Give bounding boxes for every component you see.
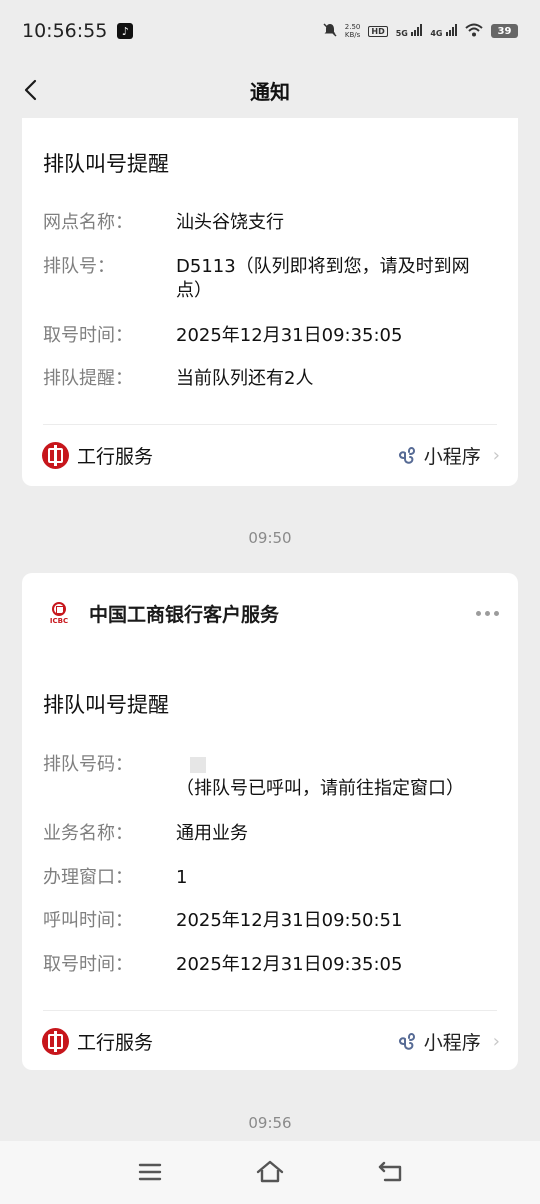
status-icons: 2.50 KB/s HD 5G 4G 39: [323, 22, 518, 40]
row-value: 2025年12月31日09:35:05: [176, 954, 403, 975]
row-value-text: （排队号已呼叫，请前往指定窗口）: [176, 778, 464, 799]
info-row: 网点名称： 汕头谷饶支行: [43, 211, 503, 235]
icbc-logo-icon: [42, 1027, 69, 1055]
redacted-mark: [176, 756, 186, 774]
signal-5g: 5G: [395, 23, 423, 39]
row-value: （排队号已呼叫，请前往指定窗口）: [176, 753, 494, 801]
card-footer[interactable]: 工行服务 小程序 ›: [42, 1025, 500, 1057]
message-timestamp: 09:50: [248, 529, 292, 547]
row-label: 网点名称：: [43, 212, 133, 233]
row-label: 取号时间：: [43, 325, 133, 346]
info-row: 排队号： D5113（队列即将到您，请及时到网点）: [43, 255, 503, 303]
row-value: 2025年12月31日09:35:05: [176, 325, 403, 346]
icbc-logo-icon: [42, 441, 69, 469]
net-5g-label: 5G: [395, 28, 408, 38]
mini-program-link[interactable]: 小程序 ›: [396, 442, 500, 469]
sender-header: ICBC 中国工商银行客户服务: [43, 597, 499, 629]
info-row: 取号时间： 2025年12月31日09:35:05: [43, 953, 503, 977]
net-4g-label: 4G: [430, 28, 443, 38]
chevron-right-icon: ›: [492, 1030, 500, 1052]
info-row: 办理窗口： 1: [43, 866, 503, 890]
info-row: 取号时间： 2025年12月31日09:35:05: [43, 324, 503, 348]
info-row: 排队提醒： 当前队列还有2人: [43, 367, 503, 391]
redacted-mark: [190, 757, 206, 773]
status-bar: 10:56:55 ♪ 2.50 KB/s HD 5G 4G 39: [0, 0, 540, 62]
mini-program-icon: [398, 447, 415, 464]
row-value: 当前队列还有2人: [176, 368, 314, 389]
notification-card: ICBC 中国工商银行客户服务 排队叫号提醒 排队号码： （排队号已呼叫，请前往…: [22, 573, 518, 1070]
row-value: 1: [176, 867, 188, 888]
signal-4g: 4G: [430, 23, 457, 39]
icbc-logo-icon: ICBC: [43, 597, 75, 629]
divider: [43, 1010, 497, 1011]
net-speed-value: 2.50: [344, 23, 361, 31]
menu-icon: [138, 1163, 162, 1181]
card-title: 排队叫号提醒: [43, 152, 169, 176]
net-speed: 2.50 KB/s: [345, 23, 361, 39]
row-label: 排队号码：: [43, 754, 133, 775]
mini-program-icon: [398, 1033, 415, 1050]
card-title: 排队叫号提醒: [43, 693, 169, 717]
row-label: 呼叫时间：: [43, 910, 133, 931]
mini-program-label: 小程序: [423, 445, 481, 468]
message-timestamp: 09:56: [248, 1114, 292, 1132]
home-icon: [256, 1160, 284, 1183]
home-button[interactable]: [255, 1157, 285, 1187]
battery-icon: 39: [491, 24, 518, 38]
mini-program-link[interactable]: 小程序 ›: [396, 1028, 500, 1055]
notification-card: 排队叫号提醒 网点名称： 汕头谷饶支行 排队号： D5113（队列即将到您，请及…: [22, 118, 518, 486]
info-row: 业务名称： 通用业务: [43, 822, 503, 846]
nav-bar: 通知: [0, 62, 540, 118]
sender-name: 中国工商银行客户服务: [89, 603, 280, 626]
row-label: 取号时间：: [43, 954, 133, 975]
net-speed-unit: KB/s: [344, 31, 361, 39]
info-row: 排队号码： （排队号已呼叫，请前往指定窗口）: [43, 753, 503, 801]
card-footer[interactable]: 工行服务 小程序 ›: [42, 439, 500, 471]
info-row: 呼叫时间： 2025年12月31日09:50:51: [43, 909, 503, 933]
row-label: 办理窗口：: [43, 867, 133, 888]
sender-logo-text: ICBC: [49, 616, 69, 625]
signal-bars-icon: [446, 23, 457, 36]
status-time: 10:56:55: [22, 20, 108, 42]
row-label: 排队提醒：: [43, 368, 133, 389]
signal-bars-icon: [411, 23, 423, 36]
mute-bell-icon: [323, 22, 337, 40]
row-label: 业务名称：: [43, 823, 133, 844]
row-value: 汕头谷饶支行: [176, 212, 284, 233]
back-button[interactable]: [18, 76, 46, 104]
system-back-button[interactable]: [375, 1157, 405, 1187]
chevron-right-icon: ›: [492, 444, 500, 466]
chevron-left-icon: [24, 79, 37, 101]
hd-badge: HD: [368, 25, 388, 37]
wifi-icon: [465, 23, 483, 40]
service-name: 工行服务: [77, 445, 154, 468]
divider: [43, 424, 497, 425]
return-icon: [378, 1161, 402, 1182]
system-nav-bar: [0, 1141, 540, 1204]
page-title: 通知: [250, 79, 290, 104]
row-label: 排队号：: [43, 256, 115, 277]
mini-program-label: 小程序: [423, 1031, 481, 1054]
more-icon[interactable]: [476, 610, 499, 616]
service-name: 工行服务: [77, 1031, 154, 1054]
menu-button[interactable]: [135, 1157, 165, 1187]
row-value: 通用业务: [176, 823, 248, 844]
row-value: 2025年12月31日09:50:51: [176, 910, 403, 931]
row-value: D5113（队列即将到您，请及时到网点）: [176, 256, 470, 301]
tiktok-icon: ♪: [117, 23, 134, 39]
